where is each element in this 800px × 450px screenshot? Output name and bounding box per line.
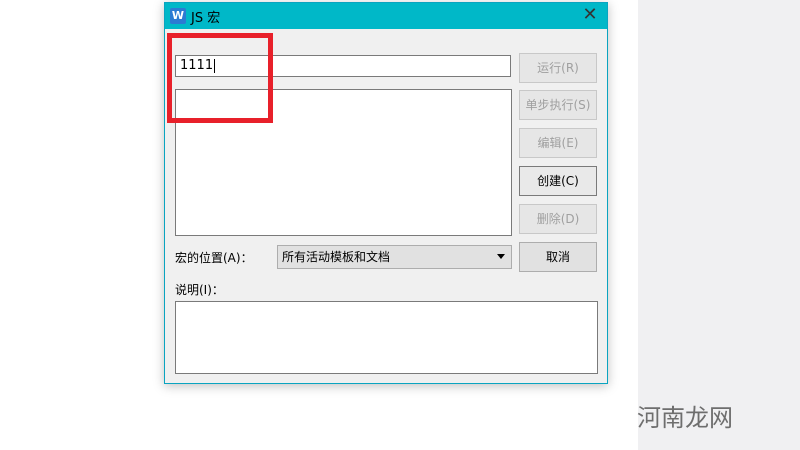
dropdown-arrow-icon [497, 254, 505, 259]
cancel-button[interactable]: 取消 [519, 242, 597, 272]
description-label: 说明(I)： [175, 283, 224, 297]
js-macro-dialog: W JS 宏 ✕ 1111 运行(R) 单步执行(S) 编辑(E) 创建(C) … [164, 2, 608, 384]
edit-button[interactable]: 编辑(E) [519, 128, 597, 158]
macro-location-select[interactable]: 所有活动模板和文档 [277, 245, 512, 269]
delete-button[interactable]: 删除(D) [519, 204, 597, 234]
step-run-button[interactable]: 单步执行(S) [519, 90, 597, 120]
create-button[interactable]: 创建(C) [519, 166, 597, 196]
dialog-title: JS 宏 [191, 11, 221, 26]
run-button[interactable]: 运行(R) [519, 53, 597, 83]
macro-location-label: 宏的位置(A)： [175, 251, 253, 265]
close-icon[interactable]: ✕ [581, 6, 599, 24]
wps-app-icon: W [170, 8, 186, 24]
background-panel [638, 0, 800, 450]
highlight-annotation-box [167, 33, 273, 123]
title-bar[interactable]: W JS 宏 ✕ [165, 3, 607, 29]
watermark: 河南龙网 [637, 404, 733, 432]
description-box [175, 301, 598, 374]
macro-location-value: 所有活动模板和文档 [282, 250, 391, 264]
